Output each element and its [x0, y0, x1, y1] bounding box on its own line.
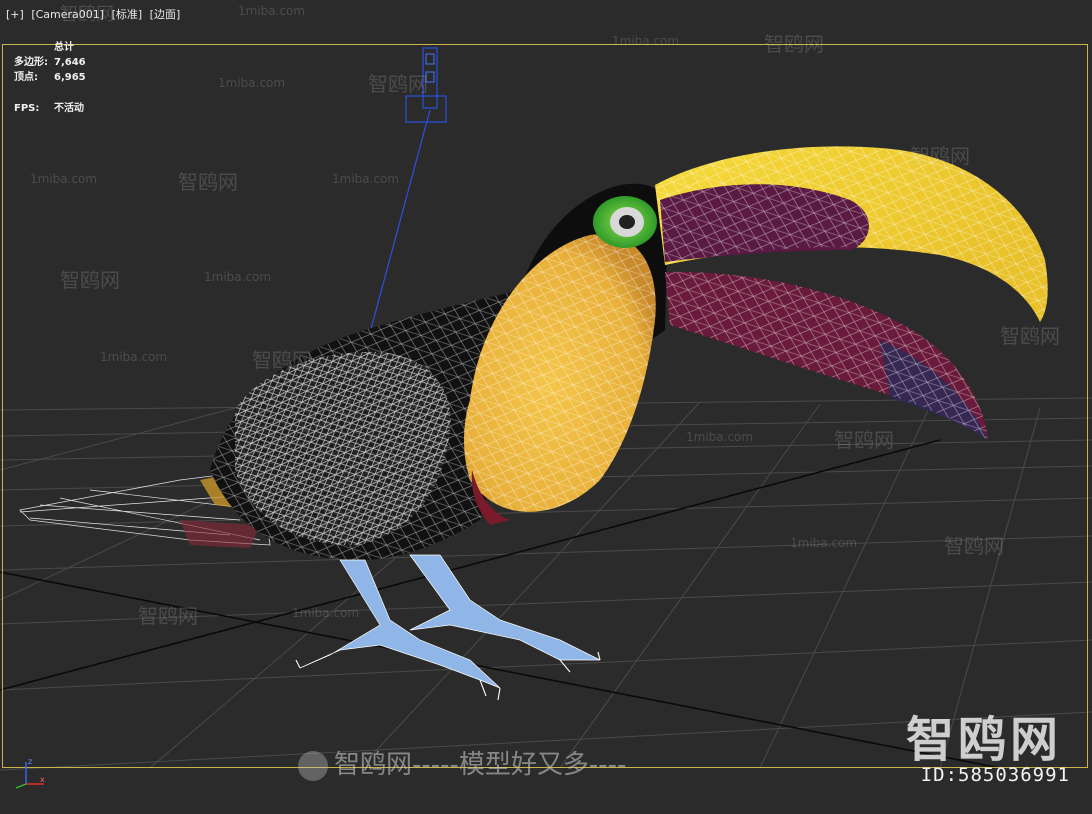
vertices-label: 顶点:	[14, 72, 38, 83]
camera-gizmo[interactable]	[367, 47, 447, 341]
vertices-value: 6,965	[54, 72, 86, 83]
viewport-menu-plus[interactable]: [+]	[6, 8, 24, 21]
watermark-slogan: 智鸥网-----模型好又多----	[298, 744, 626, 781]
watermark-slogan-text: 智鸥网-----模型好又多----	[334, 750, 627, 780]
fps-value: 不活动	[54, 103, 84, 114]
polygons-value: 7,646	[54, 57, 86, 68]
watermark-brand-large: 智鸥网	[905, 712, 1062, 768]
viewport-menu-edged-faces[interactable]: [边面]	[150, 8, 181, 21]
3d-viewport[interactable]: [+] [Camera001] [标准] [边面] 总计 多边形: 7,646 …	[0, 0, 1092, 814]
stats-title: 总计	[54, 42, 74, 53]
brand-logo-icon	[298, 750, 328, 781]
polygons-label: 多边形:	[14, 57, 48, 68]
viewport-label-menu[interactable]: [+] [Camera001] [标准] [边面]	[6, 6, 184, 22]
watermark-model-id: ID:585036991	[920, 764, 1070, 786]
viewport-scene[interactable]	[0, 0, 1092, 814]
axis-x-label: x	[40, 775, 45, 784]
axis-z-label: z	[28, 757, 32, 766]
viewport-menu-shading-standard[interactable]: [标准]	[112, 8, 143, 21]
viewport-menu-camera[interactable]: [Camera001]	[31, 8, 104, 21]
statistics-overlay: 总计 多边形: 7,646 顶点: 6,965 FPS: 不活动	[14, 40, 86, 116]
fps-label: FPS:	[14, 103, 40, 114]
axis-tripod-icon: z x	[15, 757, 45, 789]
